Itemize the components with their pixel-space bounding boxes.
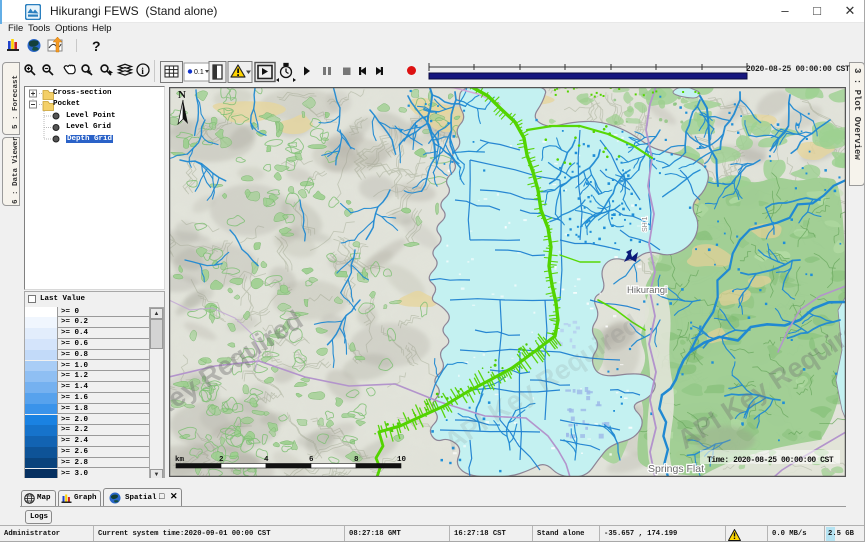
svg-text:Hikurangi: Hikurangi: [627, 285, 667, 296]
svg-text:10: 10: [397, 456, 407, 464]
svg-text:0.1: 0.1: [194, 69, 204, 76]
svg-text:6: 6: [309, 456, 314, 464]
svg-text:4: 4: [264, 456, 269, 464]
svg-text:N: N: [178, 89, 186, 101]
svg-text:SH 1: SH 1: [642, 216, 649, 232]
svg-text:Springs Flat: Springs Flat: [648, 463, 704, 475]
svg-text:2: 2: [219, 456, 224, 464]
svg-text:8: 8: [354, 456, 359, 464]
svg-text:i: i: [141, 67, 144, 77]
svg-text:km: km: [175, 456, 185, 464]
svg-text:Time: 2020-08-25 00:00:00 CST: Time: 2020-08-25 00:00:00 CST: [707, 456, 834, 465]
svg-text:?: ?: [92, 38, 101, 54]
